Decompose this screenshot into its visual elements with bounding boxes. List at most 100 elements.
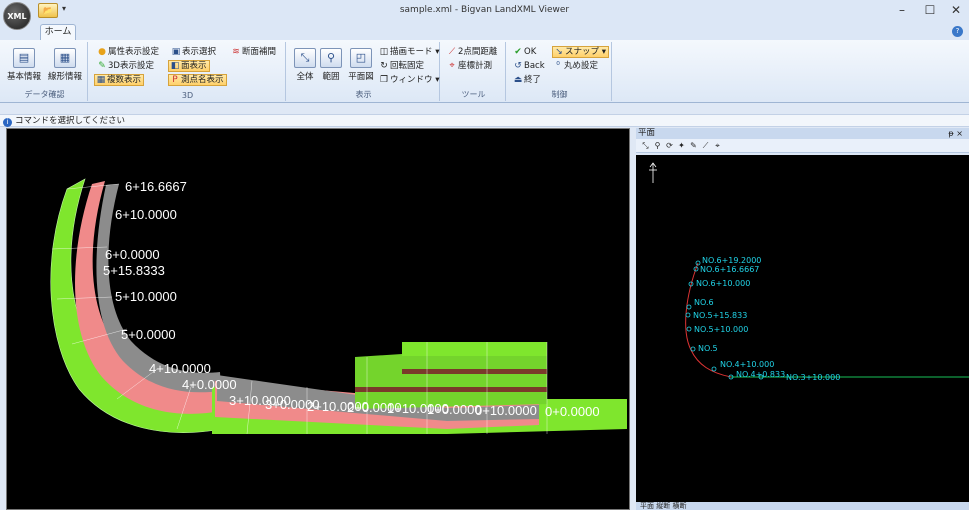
- fit-all-icon[interactable]: ⤡: [640, 139, 651, 152]
- end-label: 終了: [524, 75, 542, 85]
- station-label: 1+0.0000: [427, 402, 482, 417]
- station-label: 4+0.0000: [182, 377, 237, 392]
- draw-mode-label: 描画モード: [390, 47, 433, 57]
- group-label-display: 表示: [355, 90, 372, 99]
- fit-all-label: 全体: [296, 72, 314, 82]
- station-label: NO.5+15.833: [693, 311, 747, 320]
- plan-toolbar: ⤡ ⚲ ⟳ ✦ ✎ ⟋ ⌖: [636, 139, 969, 153]
- minimize-button[interactable]: –: [890, 2, 914, 18]
- help-icon[interactable]: ?: [952, 26, 963, 37]
- station-label: 6+0.0000: [105, 247, 160, 262]
- group-label-data: データ確認: [24, 90, 65, 99]
- embankment-band-1: [402, 369, 547, 374]
- alignment-info-button[interactable]: ▦ 線形情報: [44, 48, 86, 82]
- group-label-control: 制御: [551, 90, 568, 99]
- alignment-info-label: 線形情報: [47, 72, 82, 82]
- exit-icon: ⏏: [513, 75, 523, 85]
- ok-button[interactable]: ✔ OK: [512, 46, 538, 58]
- draw-mode-icon: ◫: [379, 47, 389, 57]
- station-label: NO.6: [694, 298, 714, 307]
- station-label: NO.4+0.833: [736, 370, 785, 379]
- multi-display-button[interactable]: ▦ 複数表示: [94, 74, 145, 86]
- display-3d-setting-button[interactable]: ✎ 3D表示設定: [96, 60, 156, 72]
- refresh-icon[interactable]: ⟳: [664, 139, 675, 152]
- check-icon: ✔: [514, 47, 522, 57]
- magnifier-icon[interactable]: ⚲: [652, 139, 663, 152]
- station-label: 5+10.0000: [115, 289, 177, 304]
- snap-dropdown[interactable]: ↘ スナップ ▾: [552, 46, 609, 58]
- end-button[interactable]: ⏏ 終了: [512, 74, 543, 86]
- coord-label: 座標計測: [458, 61, 493, 71]
- view-3d[interactable]: 6+16.6667 6+10.0000 6+0.0000 5+15.8333 5…: [6, 128, 630, 510]
- ribbon-group-data: ▤ 基本情報 ▦ 線形情報 データ確認: [2, 42, 88, 101]
- lightbulb-icon[interactable]: ✦: [676, 139, 687, 152]
- tab-home[interactable]: ホーム: [40, 24, 76, 40]
- point-name-button[interactable]: P 測点名表示: [168, 74, 227, 86]
- round-label: 丸め設定: [564, 61, 599, 71]
- plan-view-canvas[interactable]: NO.6+19.2000 NO.6+16.6667 NO.6+10.000 NO…: [636, 155, 969, 503]
- plan-view-button[interactable]: ◰ 平面図: [346, 48, 376, 82]
- title-bar: XML 📂 ▾ sample.xml - Bigvan LandXML View…: [0, 0, 969, 30]
- close-button[interactable]: ✕: [944, 2, 968, 18]
- station-label: NO.3+10.000: [786, 373, 840, 382]
- station-label: 4+10.0000: [149, 361, 211, 376]
- multi-icon: ▦: [96, 75, 106, 85]
- round-setting-button[interactable]: ⁰ 丸め設定: [552, 60, 600, 72]
- document-icon: ▤: [13, 48, 35, 68]
- rotation-fix-label: 回転固定: [390, 61, 425, 71]
- plan-panel-title: 平面 ᵽ ×: [636, 128, 969, 139]
- station-label: 5+15.8333: [103, 263, 165, 278]
- plan-station-labels: NO.6+19.2000 NO.6+16.6667 NO.6+10.000 NO…: [693, 256, 840, 382]
- show-select-label: 表示選択: [182, 47, 217, 57]
- station-label: NO.6+19.2000: [702, 256, 761, 265]
- panel-pin-close-icon[interactable]: ᵽ ×: [948, 128, 963, 139]
- station-label: 0+10.0000: [475, 403, 537, 418]
- embankment-band-2: [355, 387, 547, 392]
- basic-info-button[interactable]: ▤ 基本情報: [4, 48, 44, 82]
- station-label: 6+10.0000: [115, 207, 177, 222]
- multi-label: 複数表示: [107, 75, 142, 85]
- plan-panel-footer[interactable]: 平面 縦断 横断: [636, 502, 969, 510]
- group-label-3d: 3D: [181, 91, 194, 100]
- station-label: NO.5: [698, 344, 718, 353]
- settings-3d-icon: ✎: [98, 61, 106, 71]
- draw-mode-dropdown[interactable]: ◫ 描画モード ▾: [378, 46, 441, 58]
- info-icon: i: [3, 118, 12, 127]
- section-interp-button[interactable]: ≋ 断面補間: [230, 46, 278, 58]
- show-select-button[interactable]: ▣ 表示選択: [170, 46, 218, 58]
- point-name-icon: P: [172, 75, 178, 85]
- range-button[interactable]: ⚲ 範囲: [318, 48, 344, 82]
- window-label: ウィンドウ: [390, 75, 433, 85]
- maximize-button[interactable]: ☐: [918, 2, 942, 18]
- command-prompt-bar: i コマンドを選択してください: [0, 114, 969, 127]
- fit-all-button[interactable]: ⤡ 全体: [292, 48, 318, 82]
- rotation-icon: ↻: [380, 61, 388, 71]
- select-icon: ▣: [171, 47, 181, 57]
- station-label: 6+16.6667: [125, 179, 187, 194]
- surface-toggle-button[interactable]: ◧ 面表示: [168, 60, 210, 72]
- app-menu-button[interactable]: XML: [3, 2, 31, 30]
- rotation-fix-button[interactable]: ↻ 回転固定: [378, 60, 426, 72]
- round-icon: ⁰: [556, 61, 560, 71]
- coord-icon[interactable]: ⌖: [712, 139, 723, 152]
- settings-icon[interactable]: ✎: [688, 139, 699, 152]
- basic-info-label: 基本情報: [6, 72, 41, 82]
- station-label: NO.6+10.000: [696, 279, 750, 288]
- attr-setting-button[interactable]: ● 属性表示設定: [96, 46, 161, 58]
- station-label: NO.4+10.000: [720, 360, 774, 369]
- distance-button[interactable]: ⟋ 2点間距離: [446, 46, 499, 58]
- coord-measure-button[interactable]: ⌖ 座標計測: [446, 60, 494, 72]
- group-label-tools: ツール: [461, 90, 486, 99]
- section-icon: ≋: [232, 47, 240, 57]
- ribbon: ▤ 基本情報 ▦ 線形情報 データ確認 ● 属性表示設定 ▣ 表示選択 ≋ 断面補間 …: [0, 40, 969, 103]
- snap-label: スナップ: [565, 47, 600, 57]
- ruler-icon: ⟋: [448, 47, 456, 57]
- attr-setting-label: 属性表示設定: [108, 47, 160, 57]
- back-label: Back: [524, 61, 545, 71]
- command-prompt-text: コマンドを選択してください: [15, 116, 125, 126]
- window-dropdown[interactable]: ❐ ウィンドウ ▾: [378, 74, 441, 86]
- plan-drawing: NO.6+19.2000 NO.6+16.6667 NO.6+10.000 NO…: [649, 162, 969, 382]
- ruler-icon[interactable]: ⟋: [700, 139, 711, 152]
- ribbon-group-3d: ● 属性表示設定 ▣ 表示選択 ≋ 断面補間 ✎ 3D表示設定 ◧ 面表示 ▦ 複数表示 P…: [90, 42, 286, 101]
- back-button[interactable]: ↺ Back: [512, 60, 547, 72]
